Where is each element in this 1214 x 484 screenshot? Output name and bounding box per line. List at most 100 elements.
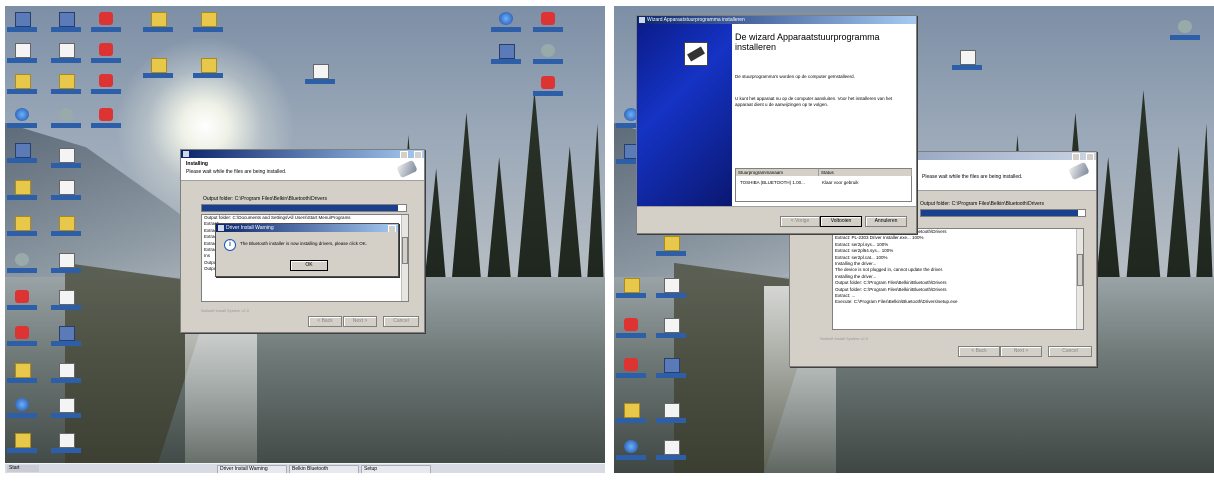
desktop-icon[interactable] [51,396,81,422]
close-button[interactable] [1086,153,1094,160]
desktop-icon[interactable] [51,288,81,314]
progress-bar [920,209,1086,217]
desktop-icon[interactable] [193,10,223,36]
desktop-icon[interactable] [616,316,646,342]
desktop-icon[interactable] [51,178,81,204]
desktop-icon[interactable] [143,10,173,36]
desktop-icon[interactable] [7,324,37,350]
next-button[interactable]: Next > [1000,346,1042,357]
column-header-driver-name[interactable]: Stuurprogrammanaam [736,169,819,176]
next-button[interactable]: Next > [343,316,377,327]
start-button[interactable]: Start [7,465,39,472]
shortcut-icon [313,64,329,79]
desktop-icon[interactable] [51,72,81,98]
driver-wizard-window[interactable]: Wizard Apparaatstuurprogramma installere… [636,15,917,234]
cancel-button[interactable]: Annuleren [865,216,907,227]
desktop-icon[interactable] [51,431,81,457]
desktop-icon[interactable] [1170,18,1200,44]
log-scrollbar[interactable] [1076,229,1083,329]
desktop-icon[interactable] [616,276,646,302]
back-button[interactable]: < Back [958,346,1000,357]
taskbar-item[interactable]: Belkin Bluetooth [289,465,359,473]
program-icon [499,44,515,59]
installer-heading: Installing [186,161,208,167]
shortcut-icon [960,50,976,65]
desktop-icon[interactable] [7,396,37,422]
cancel-button[interactable]: Cancel [1048,346,1092,357]
minimize-button[interactable] [1072,153,1080,160]
desktop-icon[interactable] [305,62,335,88]
desktop-icon[interactable] [533,74,563,100]
desktop-icon[interactable] [656,276,686,302]
desktop-icon[interactable] [656,356,686,382]
ok-button[interactable]: OK [290,260,328,271]
desktop-icon[interactable] [51,41,81,67]
folder-icon [151,12,167,27]
column-header-status[interactable]: Status [819,169,912,176]
desktop-icon[interactable] [7,178,37,204]
desktop-icon[interactable] [656,401,686,427]
desktop-icon[interactable] [91,10,121,36]
desktop-icon[interactable] [7,141,37,167]
close-button[interactable] [388,225,396,232]
installer-title-bar[interactable] [181,150,424,158]
desktop-icon[interactable] [533,42,563,68]
scrollbar-thumb[interactable] [1077,254,1083,286]
desktop-icon[interactable] [7,106,37,132]
desktop-icon[interactable] [7,431,37,457]
desktop-icon[interactable] [7,10,37,36]
cancel-button[interactable]: Cancel [383,316,419,327]
desktop-icon[interactable] [616,356,646,382]
desktop-icon[interactable] [7,361,37,387]
desktop-icon[interactable] [656,234,686,260]
pdf-icon [59,253,75,268]
desktop-icon[interactable] [7,41,37,67]
system-clock [563,465,603,472]
log-line: Execute: C:\Program Files\Belkin\Bluetoo… [835,299,958,305]
driver-install-dialog[interactable]: Driver Install Warning i The Bluetooth i… [215,223,399,277]
folder-icon [15,180,31,195]
details-log[interactable]: Output folder: C:\Program Files\Belkin\B… [832,228,1084,330]
desktop-icon[interactable] [952,48,982,74]
desktop-icon[interactable] [51,106,81,132]
minimize-button[interactable] [400,151,408,158]
desktop-icon[interactable] [51,146,81,172]
back-button[interactable]: < Back [308,316,342,327]
desktop-icon[interactable] [616,438,646,464]
desktop-icon[interactable] [51,214,81,240]
desktop-icon[interactable] [7,214,37,240]
desktop-icon[interactable] [656,316,686,342]
scrollbar-thumb[interactable] [402,236,408,265]
pdf-icon [59,290,75,305]
desktop-icon[interactable] [91,106,121,132]
desktop-icon[interactable] [91,72,121,98]
close-button[interactable] [414,151,422,158]
wizard-heading: De wizard Apparaatstuurprogramma install… [735,32,880,52]
desktop-icon[interactable] [491,42,521,68]
desktop-icon[interactable] [7,72,37,98]
desktop-icon[interactable] [656,438,686,464]
desktop-icon[interactable] [51,10,81,36]
pdf-icon [664,403,680,418]
desktop-icon[interactable] [491,10,521,36]
desktop-icon[interactable] [7,288,37,314]
desktop-icon[interactable] [51,251,81,277]
application-icon [541,12,555,25]
desktop-icon[interactable] [91,41,121,67]
desktop-icon[interactable] [51,361,81,387]
internet-explorer-icon [15,108,29,121]
desktop-icon[interactable] [616,401,646,427]
taskbar-item[interactable]: Driver Install Warning [217,465,287,473]
back-button[interactable]: < Vorige [780,216,820,227]
dialog-title-bar[interactable]: Driver Install Warning [216,224,398,232]
log-scrollbar[interactable] [401,215,408,301]
desktop-icon[interactable] [533,10,563,36]
finish-button[interactable]: Voltooien [820,216,862,227]
taskbar-item[interactable]: Setup [361,465,431,473]
desktop-icon[interactable] [7,251,37,277]
desktop-icon[interactable] [51,324,81,350]
wizard-title-bar[interactable]: Wizard Apparaatstuurprogramma installere… [637,16,916,24]
globe-icon [15,398,29,411]
desktop-icon[interactable] [143,56,173,82]
desktop-icon[interactable] [193,56,223,82]
